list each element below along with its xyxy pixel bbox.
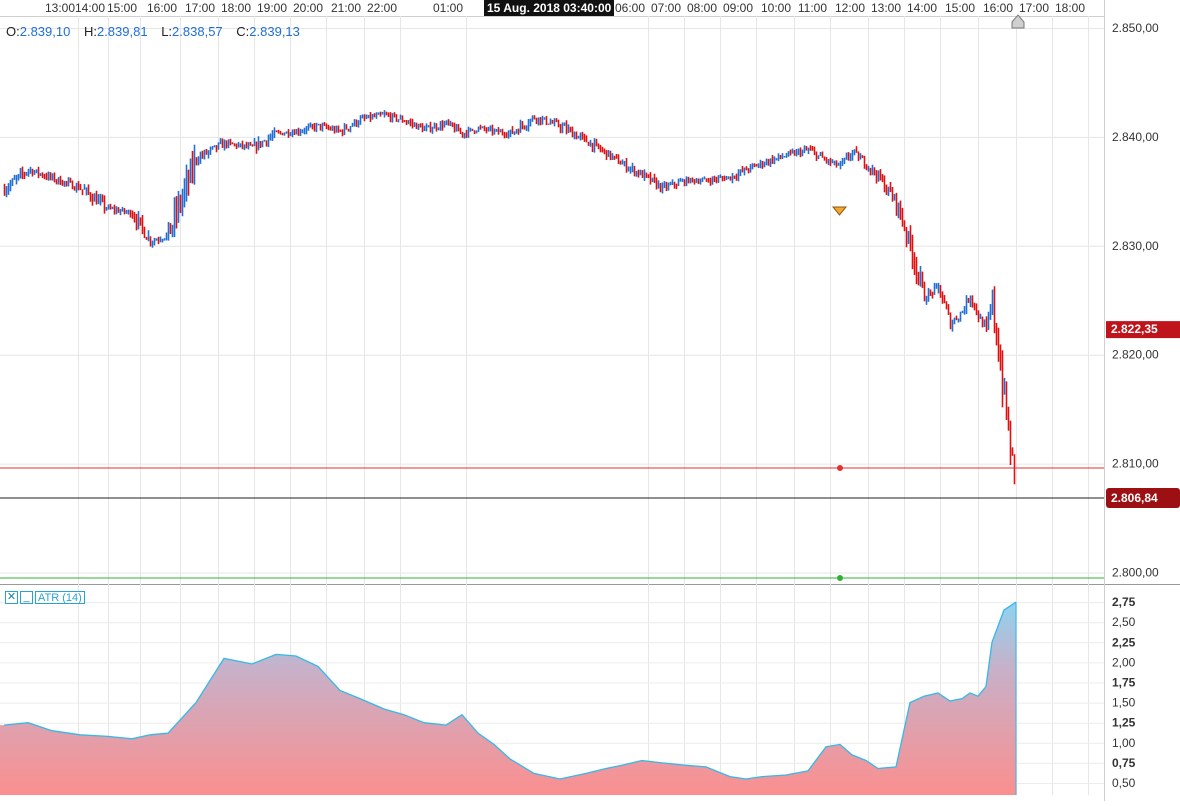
atr-tick-label: 1,50 <box>1112 696 1136 710</box>
minimize-indicator-button[interactable]: _ <box>20 590 33 604</box>
price-tick-label: 2.850,00 <box>1112 21 1159 35</box>
last-price-badge-label: 2.806,84 <box>1111 491 1158 505</box>
atr-tick-label: 0,50 <box>1112 776 1136 790</box>
ohlc-high-value: 2.839,81 <box>96 24 148 39</box>
time-tick-label: 13:00 <box>45 1 75 15</box>
atr-indicator-label[interactable]: ATR (14) <box>35 590 85 604</box>
time-tick-label: 11:00 <box>798 1 827 15</box>
ohlc-open-label: O: <box>6 24 20 39</box>
time-tick-label: 13:00 <box>871 1 901 15</box>
price-tick-label: 2.820,00 <box>1112 348 1159 362</box>
time-tick-label: 14:00 <box>907 1 937 15</box>
atr-tick-label: 1,00 <box>1112 736 1136 750</box>
time-tick-label: 21:00 <box>331 1 361 15</box>
chart-svg[interactable]: 2.822,352.806,84 13:00 14:00 15:00 16:00 17:… <box>0 0 1180 801</box>
time-tick-label: 16:00 <box>983 1 1013 15</box>
ohlc-readout: O:2.839,10 H:2.839,81 L:2.838,57 C:2.839… <box>6 24 310 39</box>
ohlc-close-label: C: <box>236 24 250 39</box>
time-tick-label: 15:00 <box>107 1 137 15</box>
price-tick-label: 2.800,00 <box>1112 566 1159 580</box>
atr-tick-label: 2,00 <box>1112 655 1136 669</box>
ohlc-close-value: 2.839,13 <box>249 24 300 39</box>
atr-tick-label: 1,75 <box>1112 676 1136 690</box>
price-badge-label: 2.822,35 <box>1111 322 1158 336</box>
upper-level-handle <box>837 464 843 471</box>
atr-tick-label: 1,25 <box>1112 716 1136 730</box>
close-indicator-button[interactable]: ✕ <box>5 590 18 604</box>
atr-tick-label: 2,25 <box>1112 635 1136 649</box>
atr-tick-label: 0,75 <box>1112 756 1136 770</box>
time-tick-label: 22:00 <box>367 1 397 15</box>
chart-area[interactable]: 2.822,35 2.806,84 13:00 14:00 15:00 16:00 17:… <box>0 0 1180 801</box>
time-tick-label: 20:00 <box>293 1 323 15</box>
time-tick-label: 07:00 <box>651 1 681 15</box>
time-tick-label: 18:00 <box>1055 1 1085 15</box>
time-tick-label: 16:00 <box>147 1 177 15</box>
ohlc-open-value: 2.839,10 <box>19 24 71 39</box>
price-tick-label: 2.810,00 <box>1112 457 1159 471</box>
time-tick-label: 10:00 <box>761 1 791 15</box>
time-tick-label: 17:00 <box>1019 1 1049 15</box>
time-tick-label: 15:00 <box>945 1 975 15</box>
price-tick-label: 2.840,00 <box>1112 130 1159 144</box>
time-tick-label: 06:00 <box>615 1 645 15</box>
price-tick-label: 2.830,00 <box>1112 239 1159 253</box>
atr-tick-label: 2,75 <box>1112 595 1136 609</box>
signal-marker-icon <box>831 206 848 216</box>
lower-level-handle <box>837 574 843 581</box>
time-tick-label: 14:00 <box>75 1 105 15</box>
atr-area <box>0 602 1016 795</box>
atr-legend: ✕ _ ATR (14) <box>5 590 85 604</box>
atr-tick-label: 2,50 <box>1112 615 1136 629</box>
time-tick-label: 18:00 <box>221 1 251 15</box>
time-tick-label: 19:00 <box>257 1 287 15</box>
ohlc-high-label: H: <box>83 24 97 39</box>
ohlc-low-label: L: <box>161 24 173 39</box>
time-tick-label: 01:00 <box>433 1 463 15</box>
time-tick-label: 12:00 <box>835 1 865 15</box>
time-tick-label: 08:00 <box>687 1 717 15</box>
time-tick-label: 17:00 <box>185 1 215 15</box>
crosshair-date-label: 15 Aug. 2018 03:40:00 <box>484 0 615 16</box>
ohlc-low-value: 2.838,57 <box>172 24 223 39</box>
time-tick-label: 09:00 <box>723 1 753 15</box>
